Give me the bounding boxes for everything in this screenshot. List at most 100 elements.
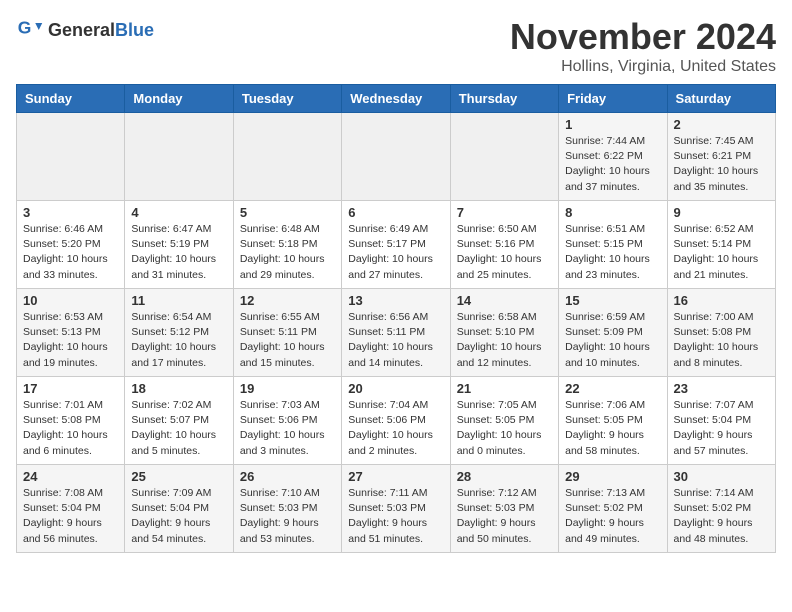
day-number: 17 bbox=[23, 381, 118, 396]
day-info: Sunrise: 6:54 AM Sunset: 5:12 PM Dayligh… bbox=[131, 310, 226, 371]
day-number: 2 bbox=[674, 117, 769, 132]
day-info: Sunrise: 7:01 AM Sunset: 5:08 PM Dayligh… bbox=[23, 398, 118, 459]
day-info: Sunrise: 7:05 AM Sunset: 5:05 PM Dayligh… bbox=[457, 398, 552, 459]
day-number: 15 bbox=[565, 293, 660, 308]
day-info: Sunrise: 6:56 AM Sunset: 5:11 PM Dayligh… bbox=[348, 310, 443, 371]
day-info: Sunrise: 7:04 AM Sunset: 5:06 PM Dayligh… bbox=[348, 398, 443, 459]
day-info: Sunrise: 7:02 AM Sunset: 5:07 PM Dayligh… bbox=[131, 398, 226, 459]
days-header-row: SundayMondayTuesdayWednesdayThursdayFrid… bbox=[17, 85, 776, 113]
day-info: Sunrise: 6:58 AM Sunset: 5:10 PM Dayligh… bbox=[457, 310, 552, 371]
day-header-monday: Monday bbox=[125, 85, 233, 113]
svg-text:G: G bbox=[18, 18, 32, 38]
day-number: 24 bbox=[23, 469, 118, 484]
calendar-cell bbox=[125, 113, 233, 201]
calendar-cell: 30 Sunrise: 7:14 AM Sunset: 5:02 PM Dayli… bbox=[667, 465, 775, 553]
day-number: 29 bbox=[565, 469, 660, 484]
day-number: 4 bbox=[131, 205, 226, 220]
calendar-cell: 18 Sunrise: 7:02 AM Sunset: 5:07 PM Dayli… bbox=[125, 377, 233, 465]
day-number: 23 bbox=[674, 381, 769, 396]
calendar-cell: 7 Sunrise: 6:50 AM Sunset: 5:16 PM Daylig… bbox=[450, 201, 558, 289]
day-number: 7 bbox=[457, 205, 552, 220]
calendar-cell: 23 Sunrise: 7:07 AM Sunset: 5:04 PM Dayli… bbox=[667, 377, 775, 465]
day-number: 22 bbox=[565, 381, 660, 396]
calendar-cell: 10Sunrise: 6:53 AM Sunset: 5:13 PM Dayli… bbox=[17, 289, 125, 377]
day-number: 26 bbox=[240, 469, 335, 484]
calendar-cell: 14Sunrise: 6:58 AM Sunset: 5:10 PM Dayli… bbox=[450, 289, 558, 377]
day-number: 28 bbox=[457, 469, 552, 484]
logo-blue: Blue bbox=[115, 20, 154, 40]
calendar-week-2: 3Sunrise: 6:46 AM Sunset: 5:20 PM Daylig… bbox=[17, 201, 776, 289]
calendar-cell: 26 Sunrise: 7:10 AM Sunset: 5:03 PM Dayli… bbox=[233, 465, 341, 553]
calendar-cell: 19 Sunrise: 7:03 AM Sunset: 5:06 PM Dayli… bbox=[233, 377, 341, 465]
calendar-cell: 5 Sunrise: 6:48 AM Sunset: 5:18 PM Daylig… bbox=[233, 201, 341, 289]
calendar-cell: 9Sunrise: 6:52 AM Sunset: 5:14 PM Daylig… bbox=[667, 201, 775, 289]
day-info: Sunrise: 6:49 AM Sunset: 5:17 PM Dayligh… bbox=[348, 222, 443, 283]
calendar-cell: 2Sunrise: 7:45 AM Sunset: 6:21 PM Daylig… bbox=[667, 113, 775, 201]
location-subtitle: Hollins, Virginia, United States bbox=[510, 58, 776, 76]
day-info: Sunrise: 6:50 AM Sunset: 5:16 PM Dayligh… bbox=[457, 222, 552, 283]
calendar-cell: 27Sunrise: 7:11 AM Sunset: 5:03 PM Dayli… bbox=[342, 465, 450, 553]
calendar-cell: 13 Sunrise: 6:56 AM Sunset: 5:11 PM Dayli… bbox=[342, 289, 450, 377]
calendar-cell: 22Sunrise: 7:06 AM Sunset: 5:05 PM Dayli… bbox=[559, 377, 667, 465]
calendar-cell: 29Sunrise: 7:13 AM Sunset: 5:02 PM Dayli… bbox=[559, 465, 667, 553]
calendar-cell bbox=[233, 113, 341, 201]
day-info: Sunrise: 7:10 AM Sunset: 5:03 PM Dayligh… bbox=[240, 486, 335, 547]
day-info: Sunrise: 7:03 AM Sunset: 5:06 PM Dayligh… bbox=[240, 398, 335, 459]
day-info: Sunrise: 7:11 AM Sunset: 5:03 PM Dayligh… bbox=[348, 486, 443, 547]
calendar-week-5: 24 Sunrise: 7:08 AM Sunset: 5:04 PM Dayli… bbox=[17, 465, 776, 553]
day-number: 11 bbox=[131, 293, 226, 308]
day-info: Sunrise: 6:52 AM Sunset: 5:14 PM Dayligh… bbox=[674, 222, 769, 283]
day-info: Sunrise: 7:00 AM Sunset: 5:08 PM Dayligh… bbox=[674, 310, 769, 371]
day-info: Sunrise: 7:09 AM Sunset: 5:04 PM Dayligh… bbox=[131, 486, 226, 547]
calendar-cell: 6 Sunrise: 6:49 AM Sunset: 5:17 PM Daylig… bbox=[342, 201, 450, 289]
day-number: 8 bbox=[565, 205, 660, 220]
day-info: Sunrise: 6:55 AM Sunset: 5:11 PM Dayligh… bbox=[240, 310, 335, 371]
calendar-cell: 16Sunrise: 7:00 AM Sunset: 5:08 PM Dayli… bbox=[667, 289, 775, 377]
day-number: 10 bbox=[23, 293, 118, 308]
day-number: 18 bbox=[131, 381, 226, 396]
day-info: Sunrise: 6:47 AM Sunset: 5:19 PM Dayligh… bbox=[131, 222, 226, 283]
logo-general: General bbox=[48, 20, 115, 40]
day-info: Sunrise: 6:48 AM Sunset: 5:18 PM Dayligh… bbox=[240, 222, 335, 283]
day-info: Sunrise: 7:07 AM Sunset: 5:04 PM Dayligh… bbox=[674, 398, 769, 459]
day-number: 20 bbox=[348, 381, 443, 396]
day-info: Sunrise: 7:08 AM Sunset: 5:04 PM Dayligh… bbox=[23, 486, 118, 547]
day-number: 12 bbox=[240, 293, 335, 308]
calendar-cell: 12 Sunrise: 6:55 AM Sunset: 5:11 PM Dayli… bbox=[233, 289, 341, 377]
calendar-cell: 28 Sunrise: 7:12 AM Sunset: 5:03 PM Dayli… bbox=[450, 465, 558, 553]
day-info: Sunrise: 7:12 AM Sunset: 5:03 PM Dayligh… bbox=[457, 486, 552, 547]
calendar-cell: 21 Sunrise: 7:05 AM Sunset: 5:05 PM Dayli… bbox=[450, 377, 558, 465]
calendar-cell: 11 Sunrise: 6:54 AM Sunset: 5:12 PM Dayli… bbox=[125, 289, 233, 377]
calendar-cell bbox=[342, 113, 450, 201]
calendar-week-1: 1Sunrise: 7:44 AM Sunset: 6:22 PM Daylig… bbox=[17, 113, 776, 201]
day-number: 30 bbox=[674, 469, 769, 484]
day-header-thursday: Thursday bbox=[450, 85, 558, 113]
calendar-cell: 15 Sunrise: 6:59 AM Sunset: 5:09 PM Dayli… bbox=[559, 289, 667, 377]
header: G GeneralBlue November 2024 Hollins, Vir… bbox=[16, 16, 776, 76]
calendar-cell bbox=[17, 113, 125, 201]
calendar-cell: 3Sunrise: 6:46 AM Sunset: 5:20 PM Daylig… bbox=[17, 201, 125, 289]
month-title: November 2024 bbox=[510, 16, 776, 58]
calendar-cell: 24 Sunrise: 7:08 AM Sunset: 5:04 PM Dayli… bbox=[17, 465, 125, 553]
day-header-saturday: Saturday bbox=[667, 85, 775, 113]
day-info: Sunrise: 6:59 AM Sunset: 5:09 PM Dayligh… bbox=[565, 310, 660, 371]
calendar-cell: 8Sunrise: 6:51 AM Sunset: 5:15 PM Daylig… bbox=[559, 201, 667, 289]
day-header-tuesday: Tuesday bbox=[233, 85, 341, 113]
day-info: Sunrise: 7:14 AM Sunset: 5:02 PM Dayligh… bbox=[674, 486, 769, 547]
logo: G GeneralBlue bbox=[16, 16, 154, 44]
calendar-week-3: 10Sunrise: 6:53 AM Sunset: 5:13 PM Dayli… bbox=[17, 289, 776, 377]
day-number: 5 bbox=[240, 205, 335, 220]
day-number: 6 bbox=[348, 205, 443, 220]
calendar-cell: 4 Sunrise: 6:47 AM Sunset: 5:19 PM Daylig… bbox=[125, 201, 233, 289]
day-header-sunday: Sunday bbox=[17, 85, 125, 113]
calendar-cell: 1Sunrise: 7:44 AM Sunset: 6:22 PM Daylig… bbox=[559, 113, 667, 201]
day-number: 19 bbox=[240, 381, 335, 396]
calendar-cell bbox=[450, 113, 558, 201]
day-number: 21 bbox=[457, 381, 552, 396]
day-number: 13 bbox=[348, 293, 443, 308]
day-number: 25 bbox=[131, 469, 226, 484]
day-header-friday: Friday bbox=[559, 85, 667, 113]
day-info: Sunrise: 7:44 AM Sunset: 6:22 PM Dayligh… bbox=[565, 134, 660, 195]
calendar-cell: 25 Sunrise: 7:09 AM Sunset: 5:04 PM Dayli… bbox=[125, 465, 233, 553]
title-area: November 2024 Hollins, Virginia, United … bbox=[510, 16, 776, 76]
